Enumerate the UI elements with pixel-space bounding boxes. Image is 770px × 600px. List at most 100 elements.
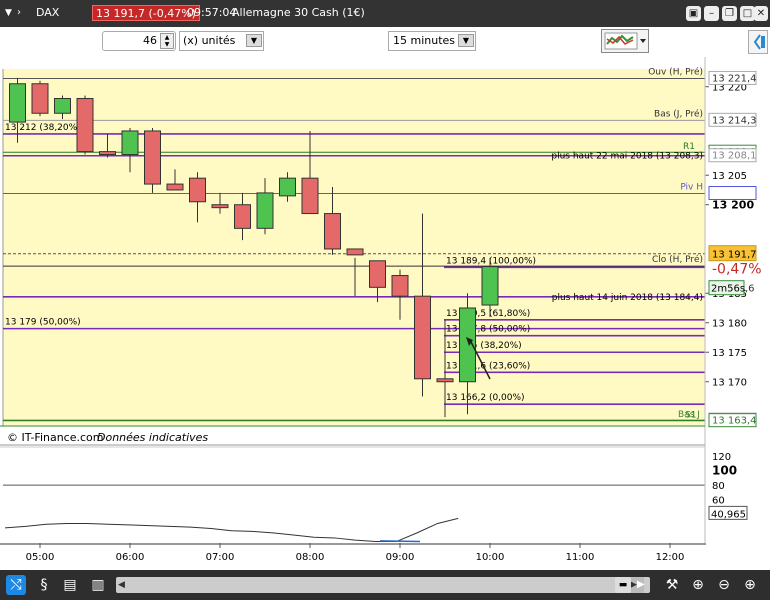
crosshair-icon[interactable]: ⊕	[688, 575, 708, 595]
fib-label: 13 166,2 (0,00%)	[446, 393, 525, 403]
toolbar: 46 ▲ ▼ (x) unités ▼ 15 minutes ▼	[0, 27, 770, 57]
candle[interactable]	[31, 80, 49, 117]
candle-body	[481, 266, 499, 306]
candle-body	[99, 151, 116, 156]
candle[interactable]	[76, 95, 94, 155]
symbol-label: DAX	[36, 6, 60, 19]
x-axis: 05:00 06:00 07:00 08:00 09:00 10:00 11:00 12:00	[0, 543, 770, 570]
instrument-icon[interactable]: §	[34, 575, 54, 595]
level-label: Piv H	[680, 183, 703, 193]
candle-body	[31, 83, 49, 114]
scroll-left-icon[interactable]: ◀	[118, 577, 125, 593]
y-tick-label: 13 205	[712, 171, 747, 182]
candle-body	[234, 204, 251, 229]
chevron-down-icon[interactable]: ▼	[246, 34, 262, 47]
y-tick-label: 13 200	[712, 199, 754, 212]
price-badge: 13 191,7 (-0,47%)	[92, 5, 200, 21]
chevron-down-icon[interactable]: ▼	[458, 34, 474, 47]
candle-body	[324, 213, 341, 250]
x-tick-label: 11:00	[566, 552, 595, 563]
level-label: 13 179 (50,00%)	[5, 318, 81, 328]
chart-list-icon[interactable]: ▥	[88, 575, 108, 595]
horizontal-scrollbar[interactable]: ◀ ▶	[116, 577, 650, 593]
timeframe-select[interactable]: 15 minutes ▼	[388, 31, 476, 51]
fib-label: 13 180,5 (61,80%)	[446, 309, 530, 319]
candle-body	[166, 183, 184, 191]
zoom-in-icon[interactable]: ⊕	[740, 575, 760, 595]
clock-time: 09:57:04	[187, 6, 237, 19]
candle-body	[346, 248, 364, 256]
collapse-icon[interactable]: ▼	[5, 5, 12, 21]
chart-type-icon	[604, 32, 646, 50]
candle-body	[121, 130, 139, 156]
maximize-icon[interactable]: □	[740, 6, 755, 21]
y-tick-label: 13 180	[712, 319, 747, 330]
x-tick-label: 10:00	[476, 552, 505, 563]
chart-type-button[interactable]	[601, 29, 649, 53]
disclaimer-label: Données indicatives	[97, 431, 208, 444]
x-tick-label: 09:00	[386, 552, 415, 563]
y-tick-label: 13 175	[712, 348, 747, 359]
restore-icon[interactable]: ❐	[722, 6, 737, 21]
minimize-icon[interactable]: –	[704, 6, 719, 21]
indicator-tick-label: 120	[712, 452, 731, 463]
s1-label: S1	[685, 411, 696, 421]
stepper-arrows-icon[interactable]: ▲ ▼	[160, 33, 174, 49]
close-icon[interactable]: ✕	[754, 6, 768, 21]
quantity-value: 46	[143, 34, 157, 47]
fib-label: 13 177,8 (50,00%)	[446, 325, 530, 335]
menu-icon[interactable]: ▣	[686, 6, 701, 21]
level-label: Bas (J, Pré)	[654, 108, 703, 119]
list-icon[interactable]: ▤	[60, 575, 80, 595]
timeframe-label: 15 minutes	[393, 34, 456, 47]
candle[interactable]	[144, 128, 161, 193]
level-label: plus haut 22 mai 2018 (13 208,3)	[551, 152, 703, 162]
sidebar-toggle-icon	[753, 34, 765, 50]
quantity-stepper[interactable]: 46 ▲ ▼	[102, 31, 176, 51]
zoom-out-icon[interactable]: ⊖	[714, 575, 734, 595]
x-tick-label: 12:00	[656, 552, 685, 563]
title-bar: ▼ › DAX 13 191,7 (-0,47%) 09:57:04 Allem…	[0, 0, 770, 27]
x-tick-label: 08:00	[296, 552, 325, 563]
level-label: plus haut 14 juin 2018 (13 184,4)	[552, 293, 703, 303]
fib-label: 13 171,6 (23,60%)	[446, 361, 530, 371]
level-label: 13 212 (38,20%)	[5, 123, 81, 133]
fib-label: 13 189,4 (100,00%)	[446, 256, 536, 266]
last-price-label: 13 191,7	[712, 250, 757, 261]
piv-tag	[708, 186, 757, 201]
candle-body	[211, 204, 229, 209]
tools-icon[interactable]: ⚒	[662, 575, 682, 595]
indicator-tick-label: 80	[712, 481, 725, 492]
axis-price-tag-label: 13 214,3	[712, 115, 757, 126]
candle-body	[301, 177, 319, 215]
x-tick-label: 05:00	[26, 552, 55, 563]
axis-price-tag-label: 13 163,4	[712, 416, 757, 427]
change-label: -0,47%	[712, 262, 762, 278]
level-label: Clo (H, Pré)	[652, 254, 703, 265]
timer-suffix: ,6	[745, 284, 755, 295]
instrument-title: Allemagne 30 Cash (1€)	[232, 6, 365, 19]
scroll-right-icon[interactable]: ▶	[637, 577, 645, 593]
chart-canvas[interactable]: Ouv (H, Pré) Bas (J, Pré) 13 212 (38,20%) p…	[0, 57, 770, 547]
chevron-down-icon[interactable]: ›	[17, 5, 21, 21]
candle-body	[414, 295, 431, 380]
indicator-tick-label: 60	[712, 496, 725, 507]
candle-body	[54, 98, 71, 114]
unit-select[interactable]: (x) unités ▼	[179, 31, 264, 51]
price-chart[interactable]: Ouv (H, Pré) Bas (J, Pré) 13 212 (38,20%) p…	[0, 57, 770, 547]
candle-body	[189, 177, 206, 203]
share-icon[interactable]: ⤭	[6, 575, 26, 595]
y-tick-label: 13 170	[712, 378, 747, 389]
fib-label: 13 175 (38,20%)	[446, 341, 522, 351]
x-tick-label: 07:00	[206, 552, 235, 563]
axis-price-tag-label: 13 221,4	[712, 73, 757, 84]
axis-price-tag-label: 13 208,1	[712, 151, 757, 162]
candle-body	[256, 192, 274, 229]
candle-body	[9, 83, 26, 123]
candle-body	[369, 260, 386, 288]
x-tick-label: 06:00	[116, 552, 145, 563]
candle-body	[391, 275, 409, 297]
scroll-end-icon[interactable]: ▬	[615, 577, 631, 593]
sidebar-toggle[interactable]	[748, 30, 768, 54]
copyright-label: © IT-Finance.com	[7, 431, 104, 444]
